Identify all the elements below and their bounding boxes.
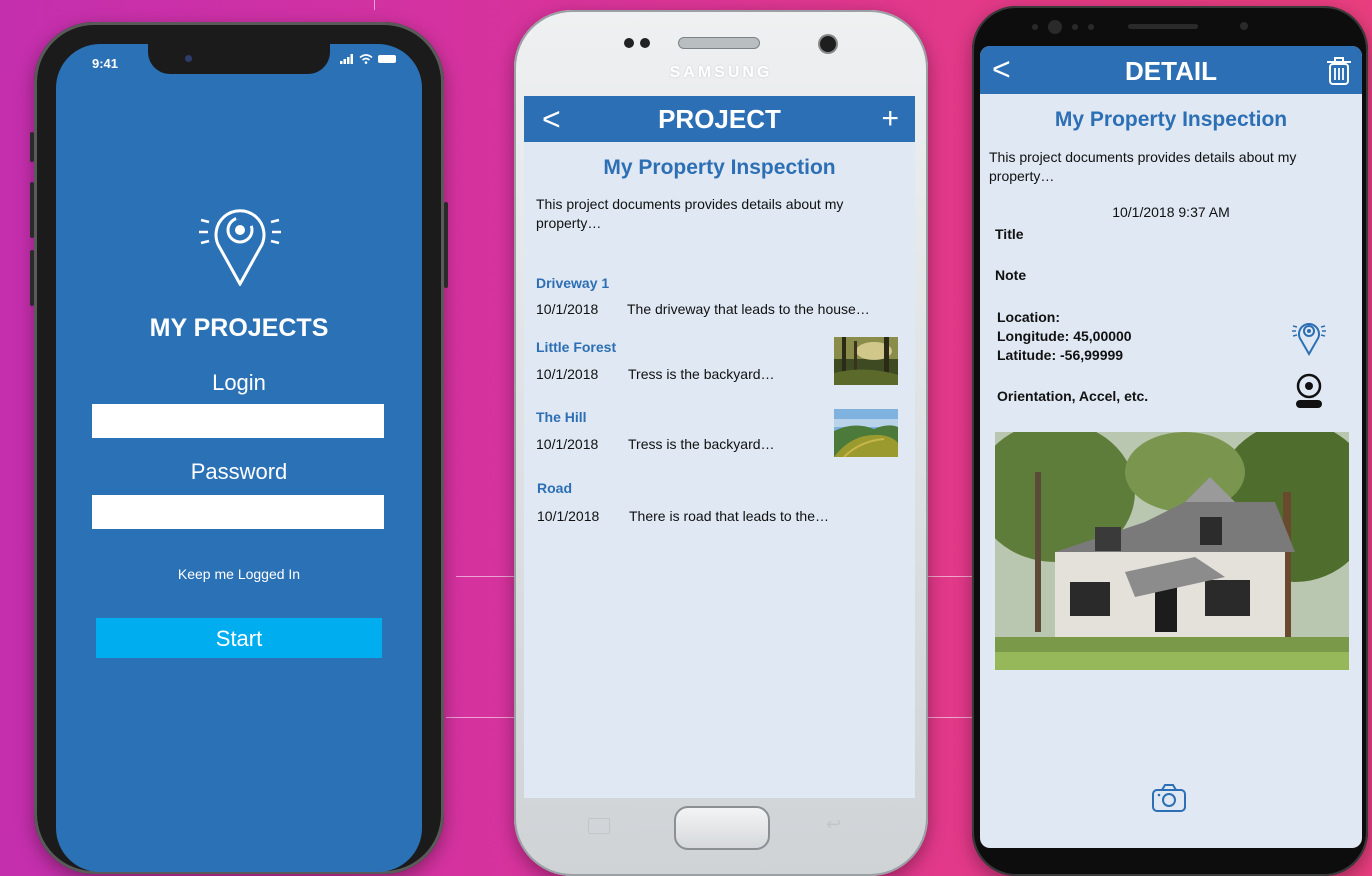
item-date: 10/1/2018 — [536, 366, 599, 382]
nav-back-icon[interactable]: ↩ — [826, 814, 841, 835]
trash-icon[interactable] — [1326, 56, 1352, 86]
hill-thumbnail — [834, 409, 898, 457]
start-button[interactable]: Start — [96, 618, 382, 658]
background-guide-line — [446, 717, 516, 718]
samsung-device: SAMSUNG < PROJECT + My Property Inspecti… — [514, 10, 928, 876]
sensor-dots — [624, 38, 650, 48]
detail-app-bar: < DETAIL — [980, 46, 1362, 94]
item-title: Driveway 1 — [536, 275, 610, 291]
latitude-value: Latitude: -56,99999 — [997, 347, 1124, 363]
project-title: My Property Inspection — [603, 156, 836, 179]
home-button[interactable] — [674, 806, 770, 850]
battery-icon — [378, 55, 396, 63]
item-date: 10/1/2018 — [536, 301, 599, 317]
note-field[interactable]: Note — [995, 266, 1026, 285]
status-time: 9:41 — [92, 56, 119, 71]
item-text: There is road that leads to the… — [629, 508, 829, 524]
status-icons — [340, 54, 396, 64]
login-input[interactable] — [92, 404, 384, 438]
item-text: The driveway that leads to the house… — [627, 301, 870, 317]
background-guide-line — [374, 0, 375, 10]
project-description: This project documents provides details … — [536, 196, 844, 231]
app-title: MY PROJECTS — [149, 314, 329, 342]
item-text: Tress is the backyard… — [628, 436, 775, 452]
earpiece-speaker — [678, 37, 760, 49]
recent-apps-button[interactable] — [588, 818, 610, 834]
signal-icon — [340, 54, 353, 64]
camera-icon[interactable] — [1152, 784, 1186, 812]
earpiece-speaker — [1128, 24, 1198, 29]
project-description: This project documents provides details … — [989, 149, 1297, 184]
front-camera — [820, 36, 836, 52]
longitude-value: Longitude: 45,00000 — [997, 328, 1132, 344]
volume-up-button — [30, 182, 34, 238]
item-date: 10/1/2018 — [536, 436, 599, 452]
background-guide-line — [928, 717, 972, 718]
house-photo — [995, 432, 1349, 670]
item-date: 10/1/2018 — [537, 508, 600, 524]
orientation-icon[interactable] — [1292, 372, 1326, 410]
forest-thumbnail — [834, 337, 898, 385]
location-pin-logo-icon — [199, 209, 281, 286]
front-camera — [1240, 22, 1248, 30]
title-field[interactable]: Title — [995, 225, 1024, 244]
location-label: Location: — [997, 309, 1060, 325]
volume-down-button — [30, 250, 34, 306]
sensor-array — [1032, 20, 1094, 34]
galaxy-device: < DETAIL My Property Inspection This pro… — [972, 6, 1368, 876]
detail-screen: < DETAIL My Property Inspection This pro… — [980, 46, 1362, 848]
silent-switch — [30, 132, 34, 162]
item-text: Tress is the backyard… — [628, 366, 775, 382]
item-title: Road — [537, 480, 572, 496]
wifi-icon — [359, 54, 373, 64]
notch — [148, 44, 330, 74]
project-app-bar: < PROJECT + — [524, 96, 915, 142]
power-button — [444, 202, 448, 288]
front-camera — [185, 55, 192, 62]
login-label: Login — [212, 370, 266, 395]
location-pin-icon[interactable] — [1292, 316, 1326, 356]
orientation-label: Orientation, Accel, etc. — [997, 388, 1149, 404]
password-label: Password — [190, 459, 288, 484]
background-guide-line — [456, 576, 516, 577]
screen-title: PROJECT — [658, 104, 781, 134]
entry-timestamp: 10/1/2018 9:37 AM — [1112, 204, 1230, 220]
item-title: Little Forest — [536, 339, 617, 355]
add-button[interactable]: + — [881, 102, 899, 136]
iphone-device: 9:41 MY PROJECTS Login Password Keep me … — [30, 22, 448, 874]
screen-title: DETAIL — [1125, 56, 1217, 86]
item-title: The Hill — [536, 409, 587, 425]
password-input[interactable] — [92, 495, 384, 529]
login-screen: 9:41 MY PROJECTS Login Password Keep me … — [56, 44, 422, 872]
brand-logo: SAMSUNG — [669, 64, 773, 81]
background-guide-line — [928, 576, 972, 577]
project-screen: < PROJECT + My Property Inspection This … — [524, 96, 915, 798]
keep-logged-in-toggle[interactable]: Keep me Logged In — [56, 566, 422, 582]
project-title: My Property Inspection — [1054, 108, 1288, 131]
